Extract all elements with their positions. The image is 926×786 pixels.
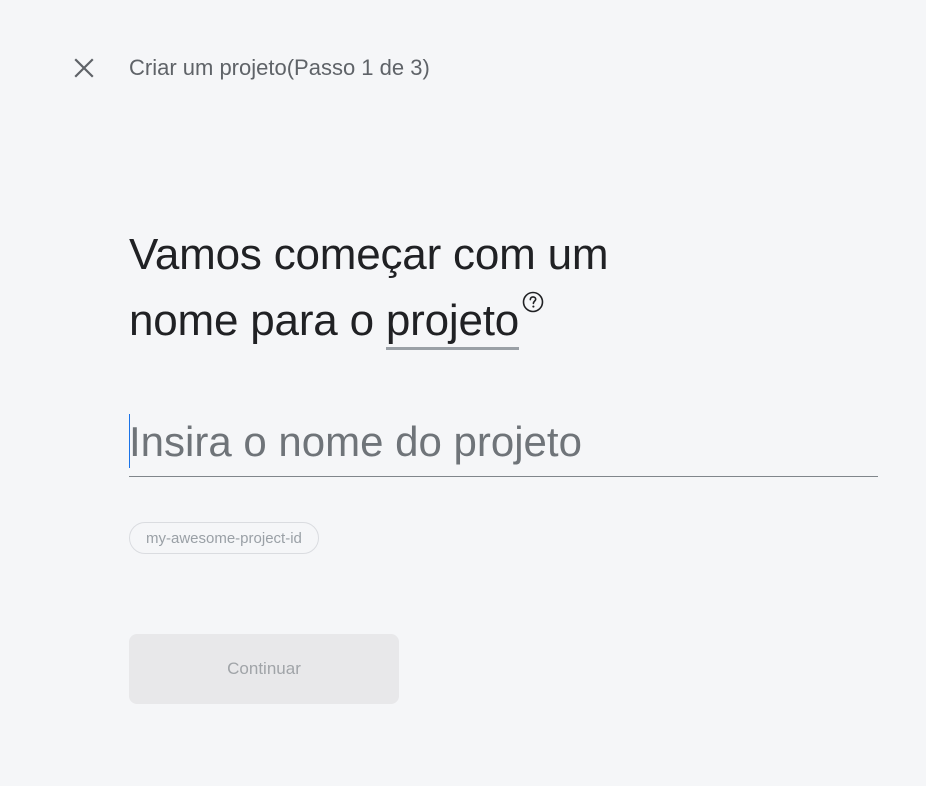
- step-title: Criar um projeto(Passo 1 de 3): [129, 55, 430, 80]
- close-button[interactable]: [66, 50, 102, 86]
- heading-line-2-text: nome para o: [129, 296, 386, 345]
- heading-line-1: Vamos começar com um: [129, 230, 609, 279]
- project-name-field: [129, 410, 878, 477]
- create-project-page: Criar um projeto(Passo 1 de 3) Vamos com…: [0, 0, 926, 786]
- project-id-chip[interactable]: my-awesome-project-id: [129, 522, 319, 554]
- project-definition-link[interactable]: projeto: [385, 295, 519, 350]
- help-circle-icon[interactable]: [521, 290, 545, 314]
- close-icon: [74, 58, 94, 78]
- continue-button[interactable]: Continuar: [129, 634, 399, 704]
- heading-line-2: nome para o projeto: [129, 288, 769, 354]
- project-name-input[interactable]: [129, 412, 878, 472]
- page-heading: Vamos começar com um nome para o projeto: [129, 222, 769, 354]
